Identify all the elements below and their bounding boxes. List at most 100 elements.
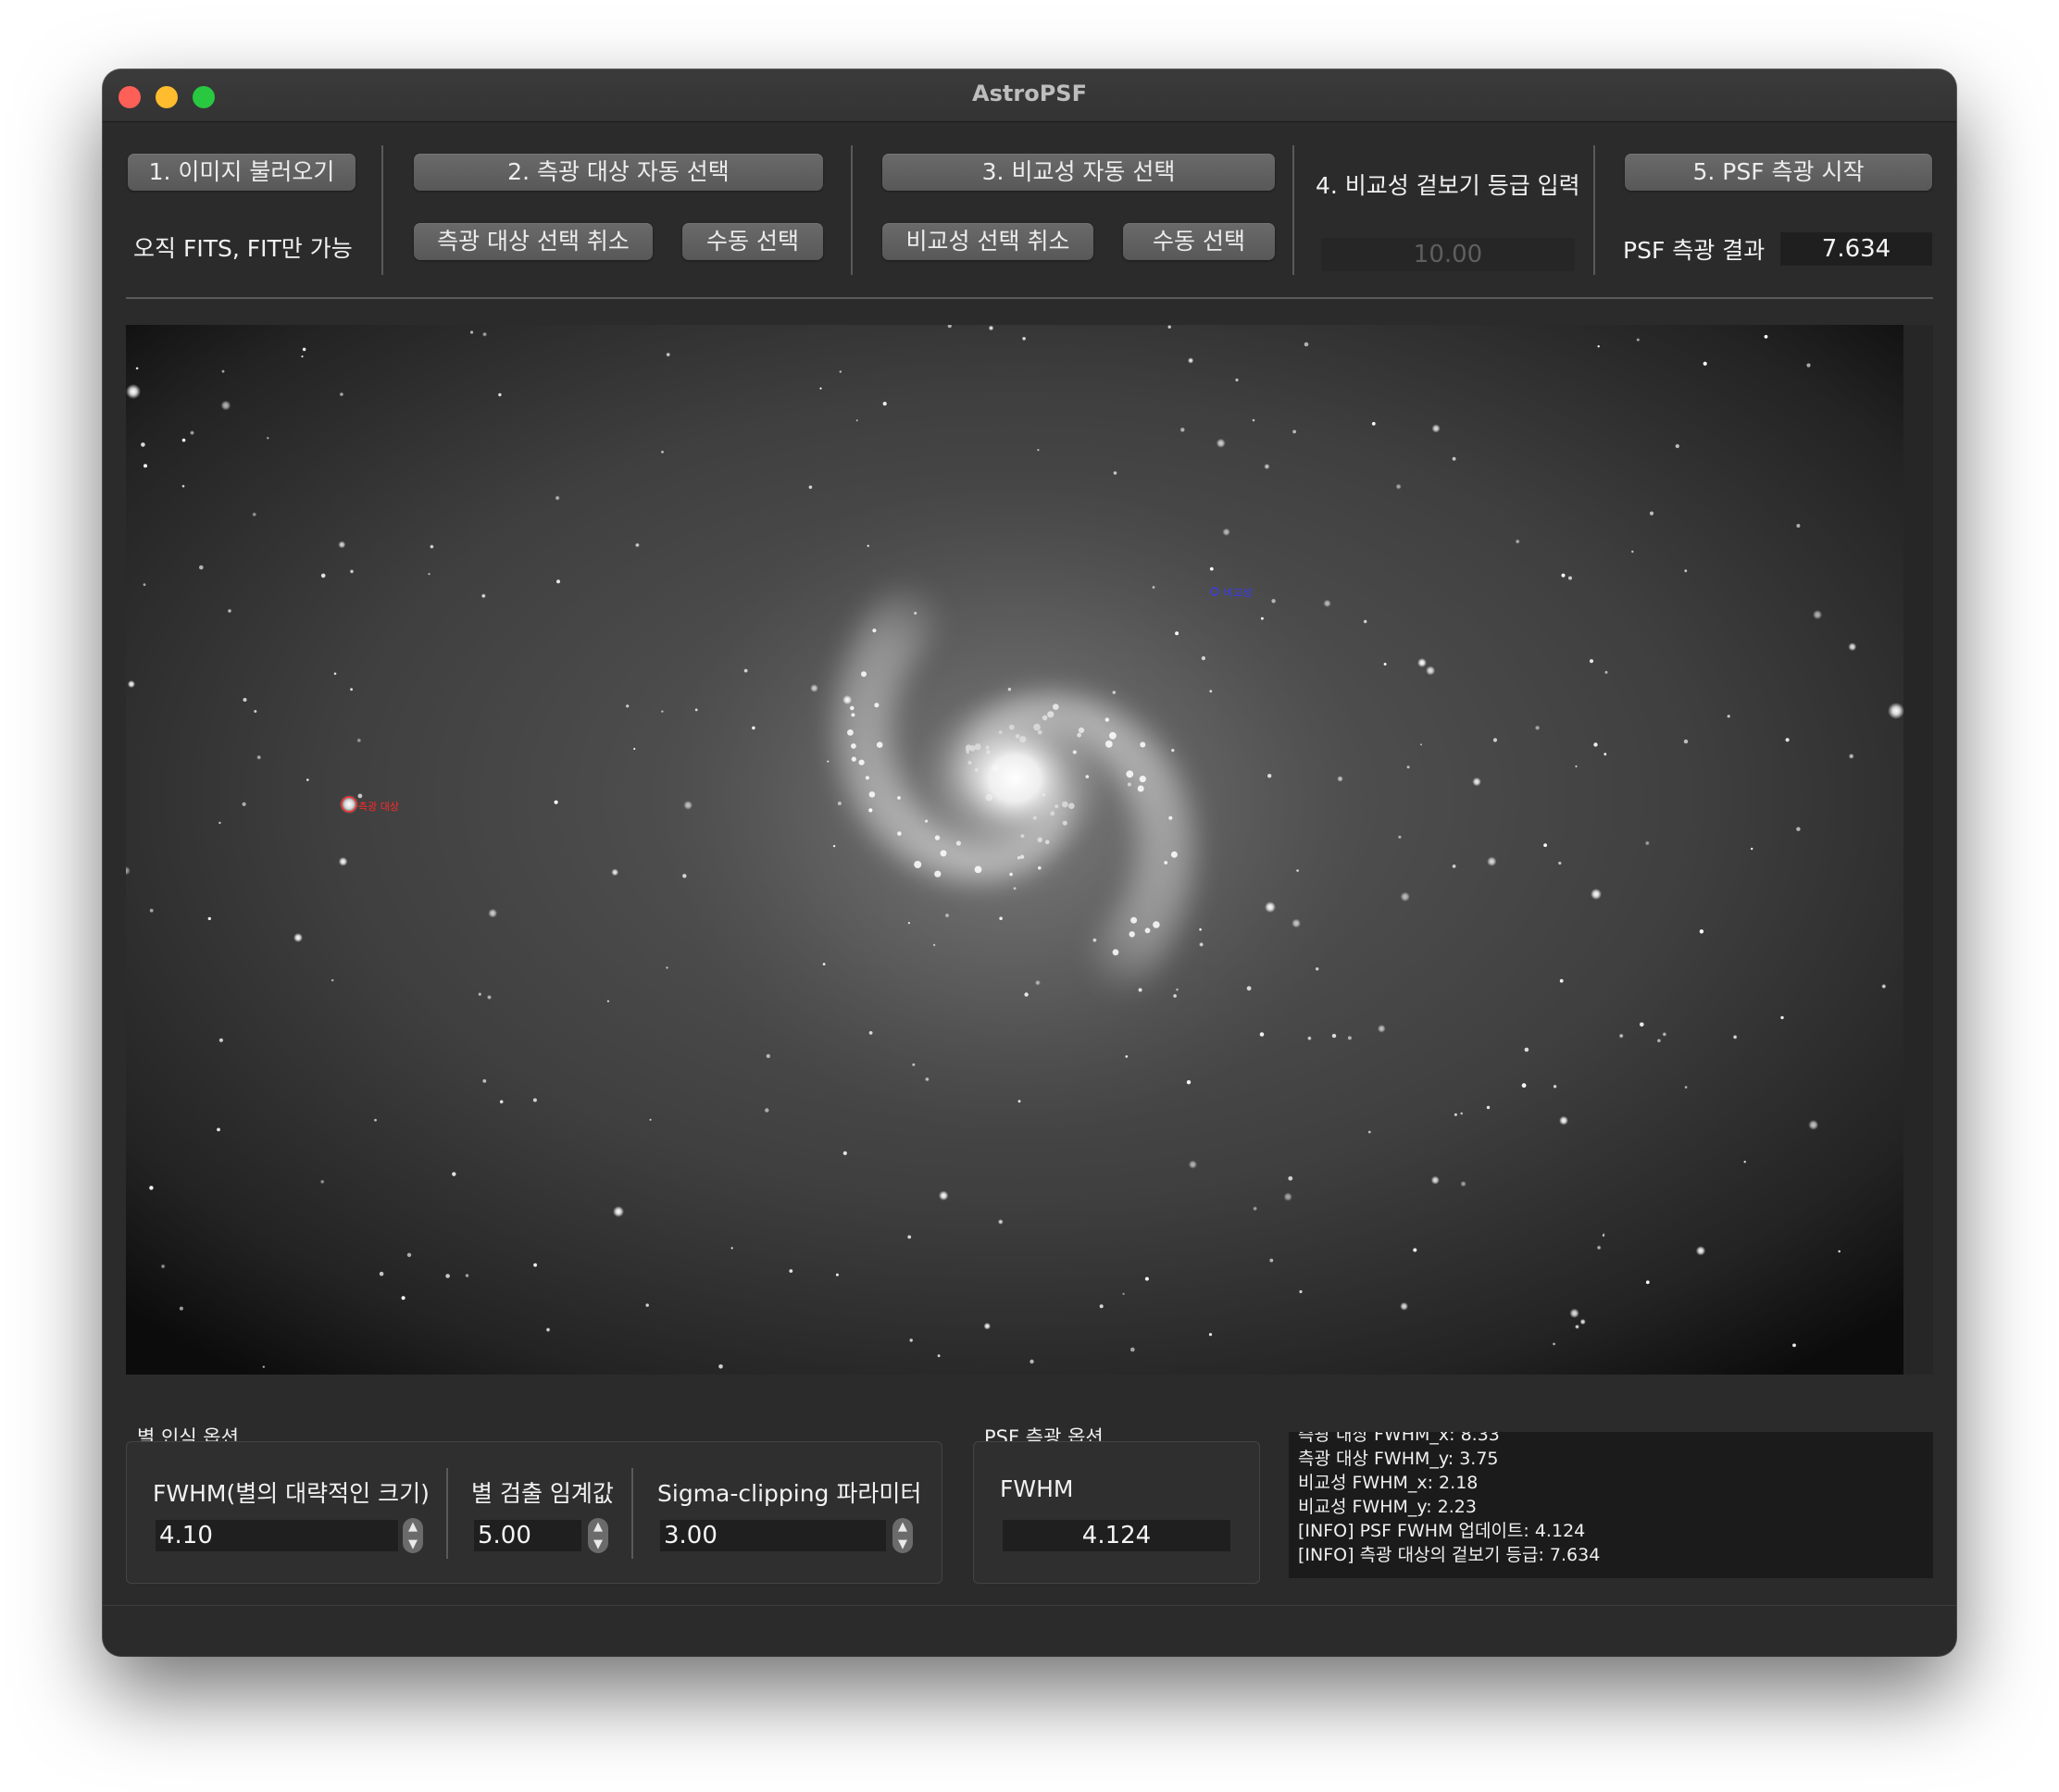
chevron-down-icon[interactable]: ▼ xyxy=(588,1536,608,1553)
star xyxy=(611,868,619,877)
star xyxy=(374,1118,377,1122)
log-line: 비교성 FWHM_x: 2.18 xyxy=(1298,1473,1479,1493)
star-cluster xyxy=(851,743,856,749)
star-cluster xyxy=(874,703,880,708)
star xyxy=(357,793,363,799)
star xyxy=(842,695,853,705)
star xyxy=(666,352,671,357)
star xyxy=(220,400,231,411)
star xyxy=(855,419,858,422)
star xyxy=(1030,1359,1034,1364)
star xyxy=(340,392,343,396)
star xyxy=(730,1247,733,1250)
star xyxy=(545,1327,551,1333)
star xyxy=(1130,1347,1135,1352)
star xyxy=(1072,749,1078,755)
star xyxy=(932,943,936,947)
file-format-note: 오직 FITS, FIT만 가능 xyxy=(133,235,353,262)
star xyxy=(127,680,135,689)
star xyxy=(301,355,304,358)
star xyxy=(682,874,687,878)
star xyxy=(1364,619,1367,624)
chevron-down-icon[interactable]: ▼ xyxy=(892,1536,913,1553)
star xyxy=(1216,438,1226,448)
detection-threshold-stepper[interactable]: ▲ ▼ xyxy=(588,1518,608,1553)
cancel-comparison-button[interactable]: 비교성 선택 취소 xyxy=(882,223,1093,260)
comparison-magnitude-input[interactable]: 10.00 xyxy=(1321,238,1575,271)
star xyxy=(482,1079,487,1083)
star xyxy=(556,579,560,584)
star xyxy=(1454,1113,1457,1116)
auto-select-target-button[interactable]: 2. 측광 대상 자동 선택 xyxy=(414,154,823,191)
star xyxy=(1201,656,1205,661)
star xyxy=(1253,1206,1258,1212)
star xyxy=(1264,463,1270,470)
star xyxy=(465,1274,469,1277)
star xyxy=(1515,539,1520,544)
star xyxy=(320,573,326,579)
star xyxy=(1618,1033,1624,1039)
manual-comparison-button[interactable]: 수동 선택 xyxy=(1123,223,1275,260)
chevron-up-icon[interactable]: ▲ xyxy=(403,1518,423,1536)
star xyxy=(149,1186,154,1190)
star xyxy=(983,1322,992,1330)
star xyxy=(1452,456,1456,461)
star xyxy=(243,698,247,702)
star xyxy=(1764,334,1768,339)
star xyxy=(1125,1055,1129,1058)
star xyxy=(452,1172,456,1176)
star xyxy=(1796,827,1801,831)
psf-result-value: 7.634 xyxy=(1780,232,1932,266)
star xyxy=(1644,840,1650,846)
star xyxy=(1085,775,1090,778)
chevron-up-icon[interactable]: ▲ xyxy=(892,1518,913,1536)
star xyxy=(160,1263,166,1269)
star-cluster xyxy=(1009,872,1013,877)
load-image-button[interactable]: 1. 이미지 불러오기 xyxy=(128,154,356,191)
psf-fwhm-input[interactable]: 4.124 xyxy=(1003,1520,1230,1551)
star xyxy=(633,747,636,751)
star xyxy=(1848,642,1857,652)
image-viewer[interactable]: 측광 대상 비교성 xyxy=(126,325,1933,1375)
star xyxy=(1597,345,1600,348)
star-cluster xyxy=(851,713,855,717)
star xyxy=(555,495,560,501)
star-cluster xyxy=(1153,921,1160,928)
star xyxy=(1395,483,1402,490)
star xyxy=(554,800,558,804)
star xyxy=(634,542,640,548)
star xyxy=(1524,1047,1529,1052)
star-cluster xyxy=(1170,851,1178,858)
star xyxy=(1377,1024,1386,1033)
star xyxy=(480,593,486,599)
auto-select-comparison-button[interactable]: 3. 비교성 자동 선택 xyxy=(882,154,1275,191)
manual-target-button[interactable]: 수동 선택 xyxy=(682,223,823,260)
sigma-clipping-stepper[interactable]: ▲ ▼ xyxy=(892,1518,913,1553)
toolbar-separator xyxy=(126,297,1933,299)
star xyxy=(1575,765,1578,768)
star xyxy=(1596,1245,1602,1251)
star xyxy=(924,1076,930,1082)
start-psf-button[interactable]: 5. PSF 측광 시작 xyxy=(1625,154,1932,191)
star-cluster xyxy=(934,870,942,877)
star-cluster xyxy=(876,741,883,748)
chevron-down-icon[interactable]: ▼ xyxy=(403,1536,423,1553)
log-output[interactable]: 측광 대상 FWHM_x: 8.33 측광 대상 FWHM_y: 3.75 비교성 … xyxy=(1289,1432,1933,1578)
star xyxy=(1304,342,1309,347)
bright-star xyxy=(340,795,358,814)
chevron-up-icon[interactable]: ▲ xyxy=(588,1518,608,1536)
star xyxy=(752,726,755,730)
star xyxy=(842,1151,847,1155)
star xyxy=(1235,378,1239,382)
cancel-target-button[interactable]: 측광 대상 선택 취소 xyxy=(414,223,653,260)
star-cluster xyxy=(858,759,865,765)
star-cluster xyxy=(1112,949,1119,956)
star xyxy=(1452,865,1456,868)
sigma-clipping-input[interactable]: 3.00 xyxy=(660,1520,886,1551)
status-bar-separator xyxy=(103,1605,1956,1606)
fwhm-estimate-input[interactable]: 4.10 xyxy=(156,1520,398,1551)
detection-threshold-input[interactable]: 5.00 xyxy=(474,1520,581,1551)
star xyxy=(694,708,698,712)
star xyxy=(401,1296,406,1300)
fwhm-estimate-stepper[interactable]: ▲ ▼ xyxy=(403,1518,423,1553)
